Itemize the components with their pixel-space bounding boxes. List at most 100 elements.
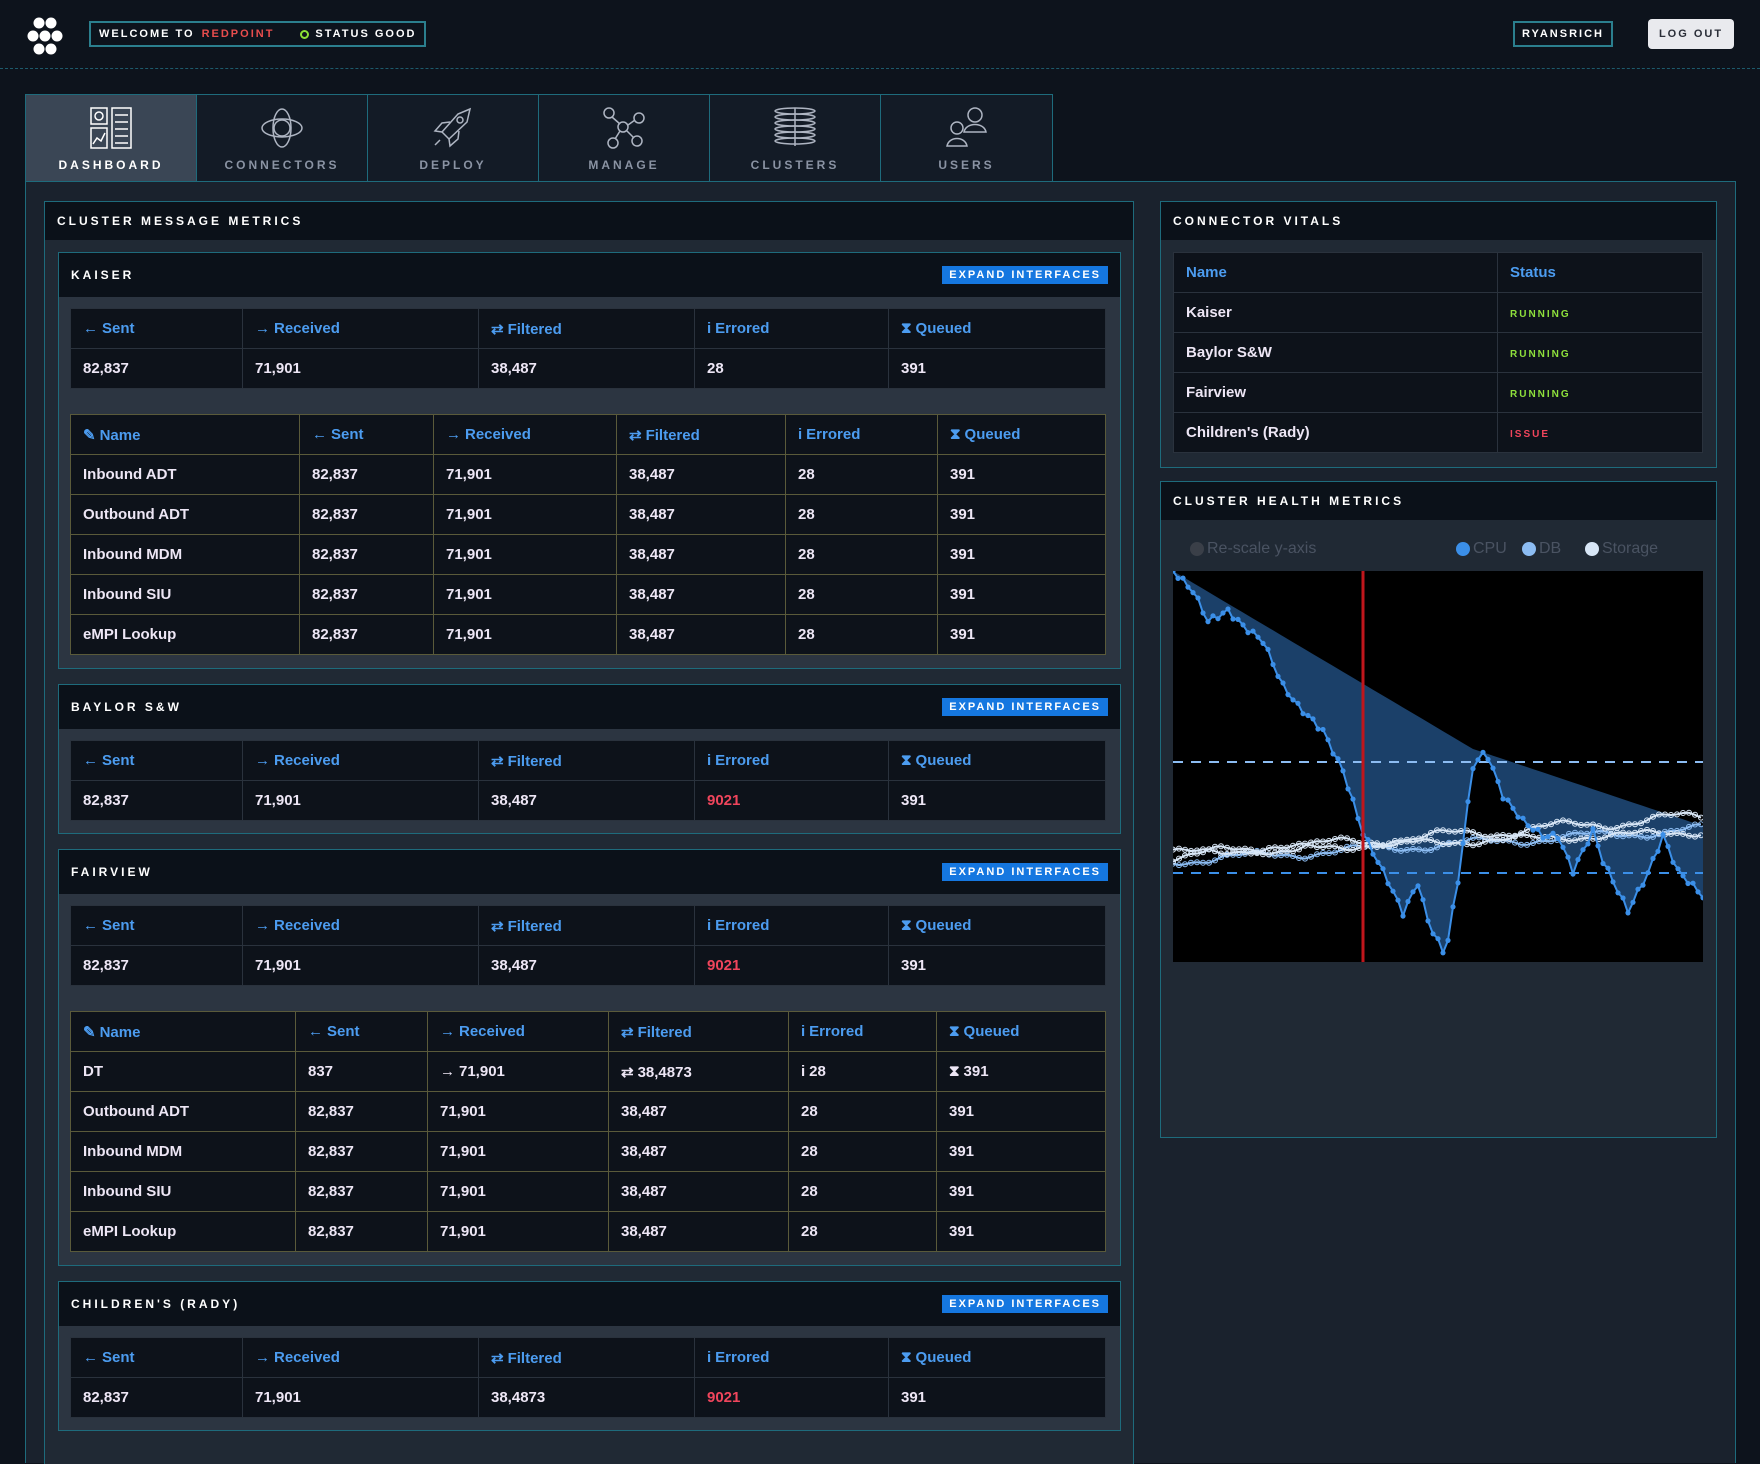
cpu-point — [1225, 606, 1231, 612]
cpu-point — [1295, 700, 1301, 706]
cpu-point — [1180, 575, 1186, 581]
tab-users[interactable]: USERS — [881, 95, 1052, 182]
filtered-value: 38,487 — [478, 348, 695, 389]
legend-storage[interactable]: Storage — [1585, 540, 1658, 558]
cpu-point — [1255, 634, 1261, 640]
cluster-name: KAISER — [71, 268, 135, 282]
tab-manage[interactable]: MANAGE — [539, 95, 710, 182]
cpu-point — [1610, 879, 1616, 885]
cpu-point — [1420, 897, 1426, 903]
cpu-point — [1385, 881, 1391, 887]
errored-value: 9021 — [694, 945, 889, 986]
cpu-point — [1460, 840, 1466, 846]
expand-interfaces-button[interactable]: EXPAND INTERFACES — [942, 863, 1108, 881]
table-row[interactable]: Inbound SIU 82,837 71,901 38,487 28 391 — [70, 1171, 1106, 1212]
cluster-header: CHILDREN'S (RADY) EXPAND INTERFACES — [59, 1282, 1120, 1326]
cluster-health-metrics-panel: CLUSTER HEALTH METRICS Re-scale y-axis C… — [1160, 481, 1717, 1138]
cpu-point — [1590, 826, 1596, 832]
table-row[interactable]: Inbound MDM 82,837 71,901 38,487 28 391 — [70, 1131, 1106, 1172]
table-row[interactable]: Outbound ADT 82,837 71,901 38,487 28 391 — [70, 494, 1106, 535]
arrow-left-icon: ← — [83, 320, 98, 337]
interfaces-table: ✎ Name ← Sent → Received ⇄ Filtered i Errored… — [70, 414, 1106, 655]
cpu-point — [1265, 646, 1271, 652]
cpu-point — [1565, 854, 1571, 860]
arrow-right-icon: → — [446, 426, 461, 443]
col-status: Status — [1497, 252, 1703, 293]
cluster-name: CHILDREN'S (RADY) — [71, 1297, 241, 1311]
tab-label: CONNECTORS — [224, 158, 340, 172]
table-row[interactable]: eMPI Lookup 82,837 71,901 38,487 28 391 — [70, 614, 1106, 655]
cpu-point — [1380, 866, 1386, 872]
legend-db[interactable]: DB — [1522, 540, 1561, 558]
status-dot-icon — [300, 29, 310, 39]
hourglass-icon: ⧗ — [950, 426, 961, 443]
summary-values-row: 82,837 71,901 38,487 28 391 — [70, 348, 1106, 389]
col-name: Name — [1173, 252, 1498, 293]
cpu-point — [1445, 937, 1451, 943]
health-chart[interactable] — [1173, 571, 1703, 962]
table-row[interactable]: Fairview RUNNING — [1173, 372, 1703, 413]
summary-header-row: ← Sent → Received ⇄ Filtered i Errored ⧗ Queu… — [70, 308, 1106, 349]
tab-label: CLUSTERS — [750, 158, 840, 172]
exchange-icon: ⇄ — [491, 1349, 504, 1367]
cpu-point — [1410, 889, 1416, 895]
username-badge[interactable]: RYANSRICH — [1513, 21, 1613, 47]
cpu-point — [1330, 751, 1336, 757]
table-row[interactable]: Baylor S&W RUNNING — [1173, 332, 1703, 373]
exchange-icon: ⇄ — [621, 1023, 634, 1041]
expand-interfaces-button[interactable]: EXPAND INTERFACES — [942, 698, 1108, 716]
arrow-right-icon: → — [255, 752, 270, 769]
legend-cpu[interactable]: CPU — [1456, 540, 1507, 558]
cpu-point — [1495, 778, 1501, 785]
logout-button[interactable]: LOG OUT — [1648, 19, 1734, 49]
received-value: 71,901 — [242, 780, 479, 821]
table-row[interactable]: Inbound ADT 82,837 71,901 38,487 28 391 — [70, 454, 1106, 495]
table-row[interactable]: Outbound ADT 82,837 71,901 38,487 28 391 — [70, 1091, 1106, 1132]
expand-interfaces-button[interactable]: EXPAND INTERFACES — [942, 1295, 1108, 1313]
vitals-table: Name Status Kaiser RUNNING Baylor S&W RUNN… — [1173, 252, 1703, 453]
cpu-point — [1470, 766, 1476, 772]
cpu-point — [1535, 826, 1541, 832]
cpu-point — [1645, 870, 1651, 876]
cpu-point — [1440, 950, 1446, 956]
status-badge: RUNNING — [1510, 389, 1571, 400]
col-received: → Received — [242, 308, 479, 349]
cpu-point — [1350, 796, 1356, 802]
legend-dot-icon — [1522, 542, 1536, 556]
cpu-point — [1500, 796, 1506, 802]
table-row[interactable]: Kaiser RUNNING — [1173, 292, 1703, 333]
cpu-point — [1475, 757, 1481, 763]
received-value: 71,901 — [242, 1377, 479, 1418]
summary-values-row: 82,837 71,901 38,487 9021 391 — [70, 780, 1106, 821]
panel-title: CLUSTER HEALTH METRICS — [1161, 482, 1716, 520]
table-row[interactable]: eMPI Lookup 82,837 71,901 38,487 28 391 — [70, 1211, 1106, 1252]
tab-connectors[interactable]: CONNECTORS — [197, 95, 368, 182]
cpu-point — [1425, 918, 1431, 924]
cpu-point — [1190, 590, 1196, 596]
cpu-point — [1605, 865, 1611, 871]
tab-deploy[interactable]: DEPLOY — [368, 95, 539, 182]
rocket-icon — [433, 107, 472, 148]
col-sent: ← Sent — [299, 414, 434, 455]
table-row[interactable]: Children's (Rady) ISSUE — [1173, 412, 1703, 453]
table-row[interactable]: Inbound MDM 82,837 71,901 38,487 28 391 — [70, 534, 1106, 575]
table-row[interactable]: DT 837 → 71,901 ⇄ 38,4873 i 28 ⧗ 391 — [70, 1051, 1106, 1092]
cpu-point — [1310, 716, 1316, 722]
cpu-point — [1505, 797, 1511, 803]
cluster-card-childrens: CHILDREN'S (RADY) EXPAND INTERFACES ← Sen… — [58, 1281, 1121, 1431]
tab-clusters[interactable]: CLUSTERS — [710, 95, 881, 182]
toggle-dot-icon — [1190, 542, 1204, 556]
top-bar: WELCOME TO REDPOINT STATUS GOOD RYANSRIC… — [0, 0, 1760, 69]
cpu-point — [1480, 749, 1486, 755]
table-row[interactable]: Inbound SIU 82,837 71,901 38,487 28 391 — [70, 574, 1106, 615]
cpu-point — [1435, 936, 1441, 942]
info-icon: i — [707, 1349, 712, 1366]
redpoint-logo-icon[interactable] — [24, 15, 66, 57]
expand-interfaces-button[interactable]: EXPAND INTERFACES — [942, 266, 1108, 284]
tab-dashboard[interactable]: DASHBOARD — [26, 95, 197, 182]
main-nav-tabs: DASHBOARD CONNECTORS DEPLOY MANAGE CLUST… — [25, 94, 1053, 182]
rescale-y-axis-toggle[interactable]: Re-scale y-axis — [1190, 540, 1316, 558]
cpu-point — [1630, 899, 1636, 905]
exchange-icon: ⇄ — [629, 426, 642, 444]
status-badge: ISSUE — [1510, 429, 1551, 440]
